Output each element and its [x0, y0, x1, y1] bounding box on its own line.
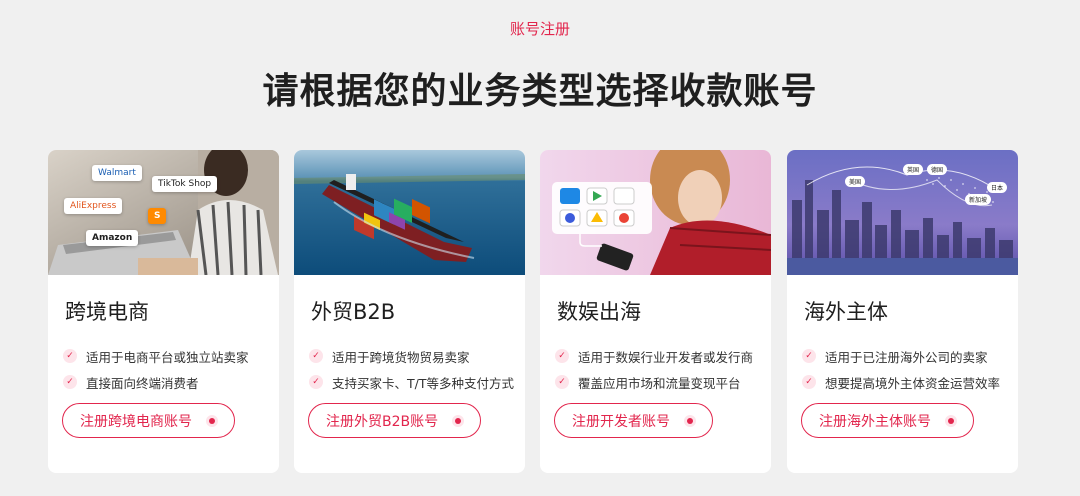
feature-item: ✓ 适用于数娱行业开发者或发行商: [555, 343, 765, 369]
card-title: 海外主体: [804, 300, 888, 324]
walmart-logo: Walmart: [92, 165, 142, 181]
map-tag: 日本: [987, 182, 1008, 193]
card-cross-border-ecommerce: Walmart TikTok Shop AliExpress S Amazon …: [48, 150, 279, 473]
card-digital-entertainment: 数娱出海 ✓ 适用于数娱行业开发者或发行商 ✓ 覆盖应用市场和流量变现平台 注册…: [540, 150, 771, 473]
overseas-city-hero-image: 美国 英国 德国 日本 新加坡: [787, 150, 1018, 275]
account-type-cards: Walmart TikTok Shop AliExpress S Amazon …: [48, 150, 1020, 474]
feature-text: 适用于电商平台或独立站卖家: [86, 349, 249, 365]
check-icon: ✓: [63, 375, 77, 389]
check-icon: ✓: [555, 375, 569, 389]
feature-list: ✓ 适用于跨境货物贸易卖家 ✓ 支持买家卡、T/T等多种支付方式: [309, 343, 519, 395]
register-ecommerce-button[interactable]: 注册跨境电商账号: [62, 403, 235, 438]
feature-text: 适用于跨境货物贸易卖家: [332, 349, 470, 365]
ecommerce-hero-image: Walmart TikTok Shop AliExpress S Amazon: [48, 150, 279, 275]
dot-icon: [945, 414, 957, 427]
card-title: 外贸B2B: [311, 300, 396, 324]
button-label: 注册开发者账号: [572, 413, 670, 430]
feature-item: ✓ 适用于跨境货物贸易卖家: [309, 343, 519, 369]
dot-icon: [684, 414, 696, 427]
map-tag: 新加坡: [965, 194, 992, 205]
feature-text: 适用于已注册海外公司的卖家: [825, 349, 988, 365]
tiktok-shop-logo: TikTok Shop: [152, 176, 218, 192]
page-title: 请根据您的业务类型选择收款账号: [262, 71, 818, 112]
feature-text: 直接面向终端消费者: [86, 375, 199, 391]
feature-item: ✓ 想要提高境外主体资金运营效率: [802, 369, 1012, 395]
feature-text: 适用于数娱行业开发者或发行商: [578, 349, 754, 365]
feature-text: 想要提高境外主体资金运营效率: [825, 375, 1001, 391]
check-icon: ✓: [802, 349, 816, 363]
card-foreign-trade-b2b: 外贸B2B ✓ 适用于跨境货物贸易卖家 ✓ 支持买家卡、T/T等多种支付方式 注…: [294, 150, 525, 473]
feature-item: ✓ 覆盖应用市场和流量变现平台: [555, 369, 765, 395]
feature-list: ✓ 适用于数娱行业开发者或发行商 ✓ 覆盖应用市场和流量变现平台: [555, 343, 765, 395]
map-tag: 美国: [845, 176, 866, 187]
cargo-ship-hero-image: [294, 150, 525, 275]
dot-icon: [452, 414, 465, 427]
card-title: 跨境电商: [65, 300, 149, 324]
section-eyebrow: 账号注册: [509, 20, 570, 38]
card-title: 数娱出海: [557, 300, 641, 324]
feature-item: ✓ 适用于电商平台或独立站卖家: [63, 343, 273, 369]
amazon-logo: Amazon: [86, 230, 139, 246]
map-tag: 英国: [903, 164, 924, 175]
feature-text: 覆盖应用市场和流量变现平台: [578, 375, 741, 391]
dot-icon: [206, 414, 218, 427]
register-overseas-entity-button[interactable]: 注册海外主体账号: [801, 403, 974, 438]
register-b2b-button[interactable]: 注册外贸B2B账号: [308, 403, 482, 438]
register-developer-button[interactable]: 注册开发者账号: [554, 403, 713, 438]
button-label: 注册跨境电商账号: [80, 413, 192, 430]
check-icon: ✓: [802, 375, 816, 389]
register-page: 账号注册 请根据您的业务类型选择收款账号 Walmart TikTok Shop…: [0, 0, 1080, 496]
feature-text: 支持买家卡、T/T等多种支付方式: [332, 375, 514, 391]
feature-list: ✓ 适用于已注册海外公司的卖家 ✓ 想要提高境外主体资金运营效率: [802, 343, 1012, 395]
check-icon: ✓: [555, 349, 569, 363]
check-icon: ✓: [309, 375, 323, 389]
button-label: 注册外贸B2B账号: [326, 413, 439, 430]
aliexpress-logo: AliExpress: [64, 198, 123, 214]
map-tag: 德国: [927, 164, 948, 175]
feature-item: ✓ 支持买家卡、T/T等多种支付方式: [309, 369, 519, 395]
card-overseas-entity: 美国 英国 德国 日本 新加坡 海外主体 ✓ 适用于已注册海外公司的卖家 ✓ 想…: [787, 150, 1018, 473]
check-icon: ✓: [63, 349, 77, 363]
shopee-icon: S: [148, 208, 167, 224]
feature-list: ✓ 适用于电商平台或独立站卖家 ✓ 直接面向终端消费者: [63, 343, 273, 395]
feature-item: ✓ 直接面向终端消费者: [63, 369, 273, 395]
feature-item: ✓ 适用于已注册海外公司的卖家: [802, 343, 1012, 369]
button-label: 注册海外主体账号: [819, 413, 931, 430]
check-icon: ✓: [309, 349, 323, 363]
developer-hero-image: [540, 150, 771, 275]
